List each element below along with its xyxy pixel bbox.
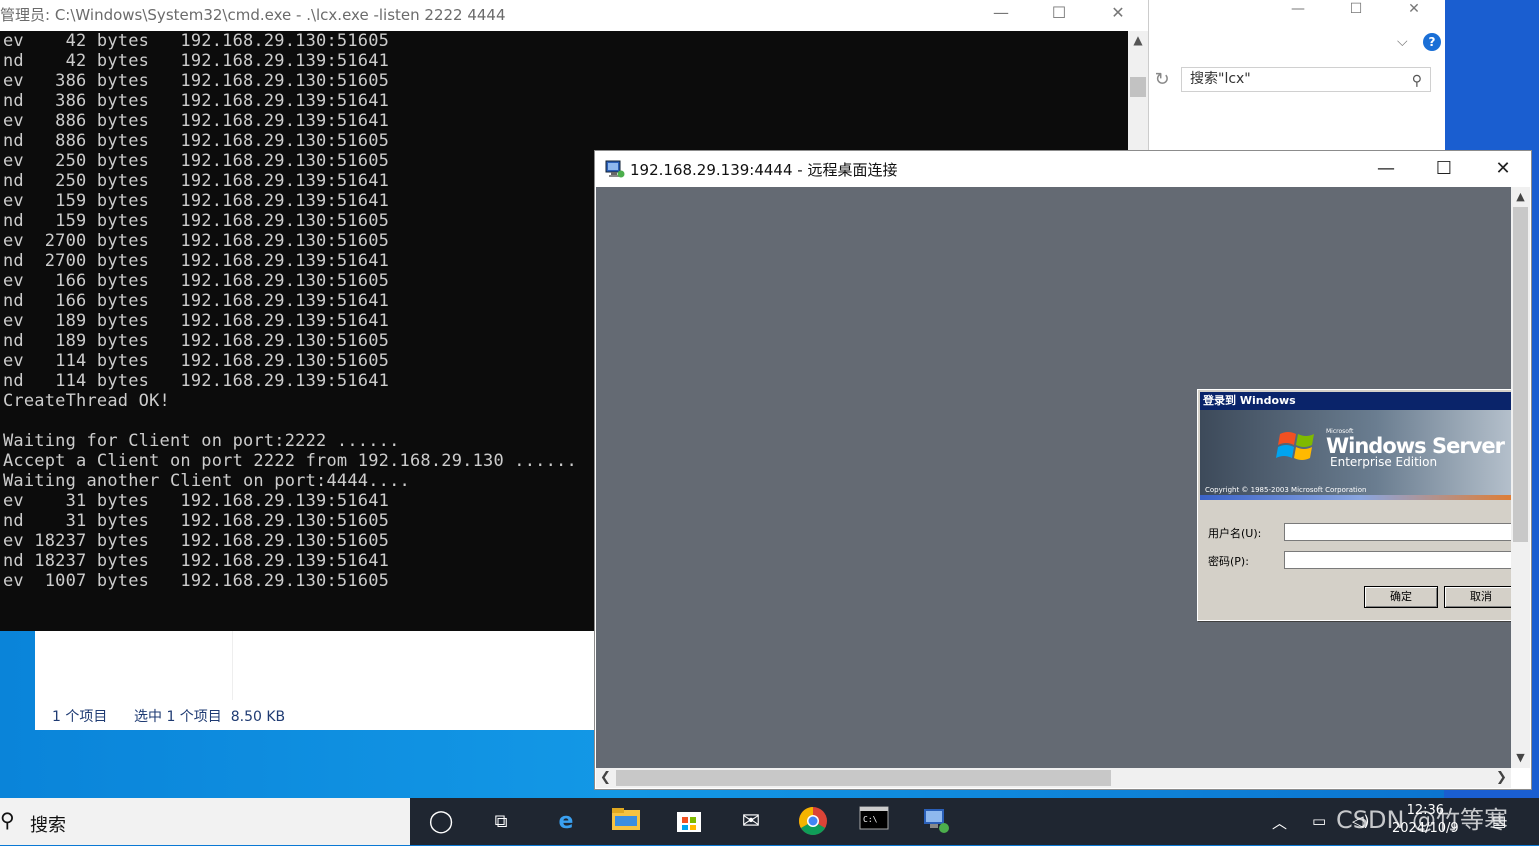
network-icon[interactable]: ▭ bbox=[1312, 812, 1326, 830]
console-line: nd 250 bytes 192.168.29.139:51641 bbox=[3, 171, 390, 191]
console-line: ev 1007 bytes 192.168.29.130:51605 bbox=[3, 571, 390, 591]
column-divider bbox=[232, 630, 233, 700]
console-line: nd 386 bytes 192.168.29.139:51641 bbox=[3, 91, 390, 111]
remote-desktop-icon[interactable] bbox=[920, 806, 952, 838]
console-line: nd 189 bytes 192.168.29.130:51605 bbox=[3, 331, 390, 351]
remote-desktop-icon bbox=[605, 160, 625, 178]
chrome-icon[interactable] bbox=[797, 806, 829, 838]
console-line: nd 2700 bytes 192.168.29.139:51641 bbox=[3, 251, 390, 271]
minimize-icon[interactable]: — bbox=[972, 0, 1030, 30]
minimize-icon[interactable]: — bbox=[1269, 0, 1327, 20]
search-placeholder: 搜索"lcx" bbox=[1190, 71, 1251, 87]
console-line: nd 166 bytes 192.168.29.139:51641 bbox=[3, 291, 390, 311]
copyright-text: Copyright © 1985-2003 Microsoft Corporat… bbox=[1205, 486, 1367, 494]
close-icon[interactable]: ✕ bbox=[1474, 154, 1532, 184]
close-icon[interactable]: ✕ bbox=[1385, 0, 1443, 20]
console-line: ev 42 bytes 192.168.29.130:51605 bbox=[3, 31, 390, 51]
maximize-icon[interactable]: ☐ bbox=[1030, 0, 1088, 30]
console-line: ev 250 bytes 192.168.29.130:51605 bbox=[3, 151, 390, 171]
password-field[interactable] bbox=[1284, 551, 1511, 569]
taskbar-search-box[interactable]: ⚲ 搜索 bbox=[0, 798, 410, 845]
watermark: CSDN @竹等寒 bbox=[1336, 806, 1509, 834]
remote-desktop-screen[interactable]: 登录到 Windows Microsoft Windows Server 20 … bbox=[596, 187, 1511, 768]
console-line: Waiting another Client on port:4444.... bbox=[3, 471, 410, 491]
username-field[interactable] bbox=[1284, 523, 1511, 541]
status-selected: 选中 1 个项目 8.50 KB bbox=[134, 709, 286, 725]
status-item-count: 1 个项目 bbox=[52, 709, 108, 725]
chevron-up-icon[interactable]: ︿ bbox=[1272, 812, 1287, 833]
console-line: ev 386 bytes 192.168.29.130:51605 bbox=[3, 71, 390, 91]
console-line: nd 42 bytes 192.168.29.139:51641 bbox=[3, 51, 390, 71]
console-line: nd 159 bytes 192.168.29.130:51605 bbox=[3, 211, 390, 231]
maximize-icon[interactable]: ☐ bbox=[1415, 154, 1473, 184]
console-line: ev 31 bytes 192.168.29.139:51641 bbox=[3, 491, 390, 511]
scroll-right-icon[interactable]: ❯ bbox=[1496, 768, 1507, 788]
username-label: 用户名(U): bbox=[1208, 527, 1262, 540]
rdp-vertical-scrollbar[interactable]: ▲ ▼ bbox=[1511, 187, 1530, 768]
file-explorer-content: 1 个项目 选中 1 个项目 8.50 KB bbox=[35, 630, 595, 730]
console-line: ev 886 bytes 192.168.29.139:51641 bbox=[3, 111, 390, 131]
search-input[interactable]: 搜索"lcx" ⚲ bbox=[1181, 67, 1431, 92]
minimize-icon[interactable]: — bbox=[1357, 154, 1415, 184]
console-line: nd 114 bytes 192.168.29.139:51641 bbox=[3, 371, 390, 391]
console-line: Waiting for Client on port:2222 ...... bbox=[3, 431, 400, 451]
cmd-window-title: 管理员: C:\Windows\System32\cmd.exe - .\lcx… bbox=[0, 6, 506, 24]
banner-stripe bbox=[1200, 495, 1511, 500]
ok-button[interactable]: 确定 bbox=[1364, 586, 1438, 608]
terminal-icon[interactable]: C:\ bbox=[858, 806, 890, 838]
search-icon[interactable]: ⚲ bbox=[1412, 70, 1422, 93]
taskbar: ⚲ 搜索 ◯ ⧉ e ✉ C:\ ︿ ▭ ◁) 12:36 2024/10/9 … bbox=[0, 798, 1539, 845]
mail-icon[interactable]: ✉ bbox=[735, 806, 767, 838]
rdp-horizontal-scrollbar[interactable]: ❮ ❯ bbox=[596, 768, 1511, 788]
taskbar-search-text: 搜索 bbox=[30, 815, 66, 836]
scroll-up-icon[interactable]: ▲ bbox=[1511, 190, 1530, 203]
file-explorer-icon[interactable] bbox=[610, 806, 642, 838]
svg-text:C:\: C:\ bbox=[863, 815, 878, 824]
scroll-down-icon[interactable]: ▼ bbox=[1511, 751, 1530, 764]
console-line: ev 166 bytes 192.168.29.130:51605 bbox=[3, 271, 390, 291]
windows-server-banner: Microsoft Windows Server 20 Enterprise E… bbox=[1200, 410, 1511, 500]
store-icon[interactable] bbox=[673, 806, 705, 838]
rdp-titlebar[interactable]: 192.168.29.139:4444 - 远程桌面连接 — ☐ ✕ bbox=[595, 151, 1531, 187]
console-line: Accept a Client on port 2222 from 192.16… bbox=[3, 451, 577, 471]
refresh-icon[interactable]: ↻ bbox=[1151, 67, 1173, 92]
maximize-icon[interactable]: ☐ bbox=[1327, 0, 1385, 20]
login-dialog: 登录到 Windows Microsoft Windows Server 20 … bbox=[1197, 389, 1511, 621]
console-output: ev 42 bytes 192.168.29.130:51605 nd 42 by… bbox=[3, 31, 577, 591]
login-dialog-title: 登录到 Windows bbox=[1200, 392, 1511, 410]
product-edition: Enterprise Edition bbox=[1330, 455, 1438, 469]
console-line: nd 18237 bytes 192.168.29.139:51641 bbox=[3, 551, 390, 571]
search-icon: ⚲ bbox=[0, 808, 15, 832]
scroll-up-icon[interactable]: ▲ bbox=[1128, 33, 1148, 47]
windows-logo-icon bbox=[1276, 432, 1314, 460]
scroll-left-icon[interactable]: ❮ bbox=[600, 768, 611, 788]
console-line: ev 2700 bytes 192.168.29.130:51605 bbox=[3, 231, 390, 251]
console-line: ev 159 bytes 192.168.29.139:51641 bbox=[3, 191, 390, 211]
console-line: nd 886 bytes 192.168.29.130:51605 bbox=[3, 131, 390, 151]
edge-icon[interactable]: e bbox=[550, 806, 582, 838]
help-icon[interactable]: ? bbox=[1423, 33, 1441, 51]
rdp-window-title: 192.168.29.139:4444 - 远程桌面连接 bbox=[630, 161, 898, 179]
cortana-icon[interactable]: ◯ bbox=[425, 806, 457, 838]
scroll-thumb[interactable] bbox=[616, 770, 1111, 786]
scroll-thumb[interactable] bbox=[1513, 207, 1528, 542]
remote-desktop-window: 192.168.29.139:4444 - 远程桌面连接 — ☐ ✕ 登录到 W… bbox=[594, 150, 1532, 790]
console-line: CreateThread OK! bbox=[3, 391, 170, 411]
cancel-button[interactable]: 取消 bbox=[1444, 586, 1511, 608]
close-icon[interactable]: ✕ bbox=[1089, 0, 1147, 30]
task-view-icon[interactable]: ⧉ bbox=[485, 806, 517, 838]
console-line: ev 189 bytes 192.168.29.139:51641 bbox=[3, 311, 390, 331]
console-line: ev 114 bytes 192.168.29.130:51605 bbox=[3, 351, 390, 371]
console-line: nd 31 bytes 192.168.29.130:51605 bbox=[3, 511, 390, 531]
console-line: ev 18237 bytes 192.168.29.130:51605 bbox=[3, 531, 390, 551]
scroll-thumb[interactable] bbox=[1130, 77, 1146, 97]
cmd-titlebar[interactable]: 管理员: C:\Windows\System32\cmd.exe - .\lcx… bbox=[0, 0, 1148, 32]
chevron-down-icon[interactable]: ⌵ bbox=[1397, 34, 1408, 50]
file-explorer-window: — ☐ ✕ ⌵ ? ↻ 搜索"lcx" ⚲ bbox=[1148, 0, 1445, 150]
password-label: 密码(P): bbox=[1208, 555, 1249, 568]
